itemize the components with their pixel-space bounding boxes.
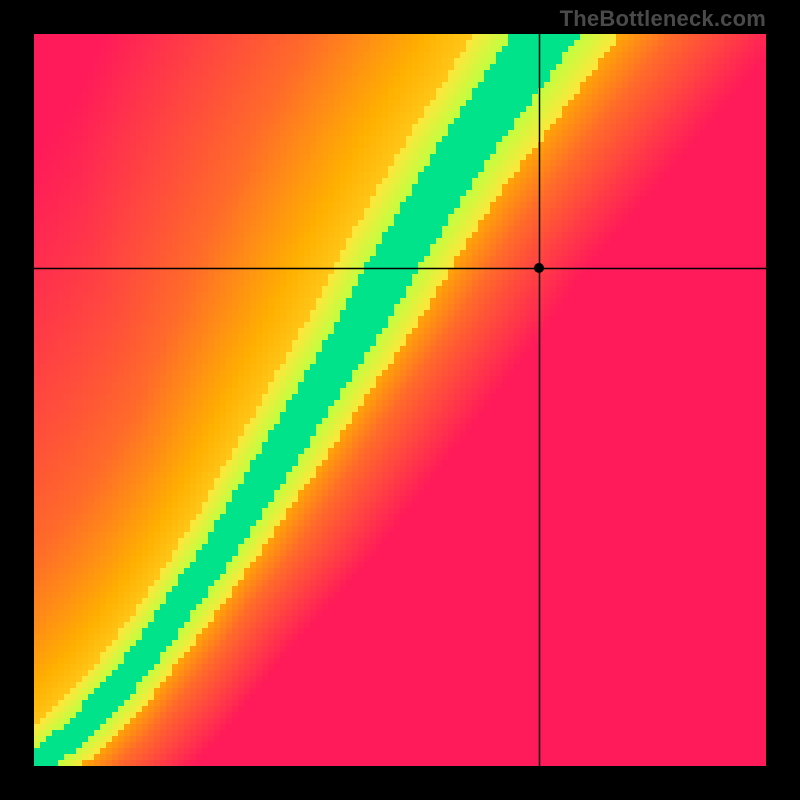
black-frame: TheBottleneck.com: [0, 0, 800, 800]
watermark-text: TheBottleneck.com: [560, 6, 766, 32]
heatmap-canvas: [34, 34, 766, 766]
heatmap-plot: [34, 34, 766, 766]
